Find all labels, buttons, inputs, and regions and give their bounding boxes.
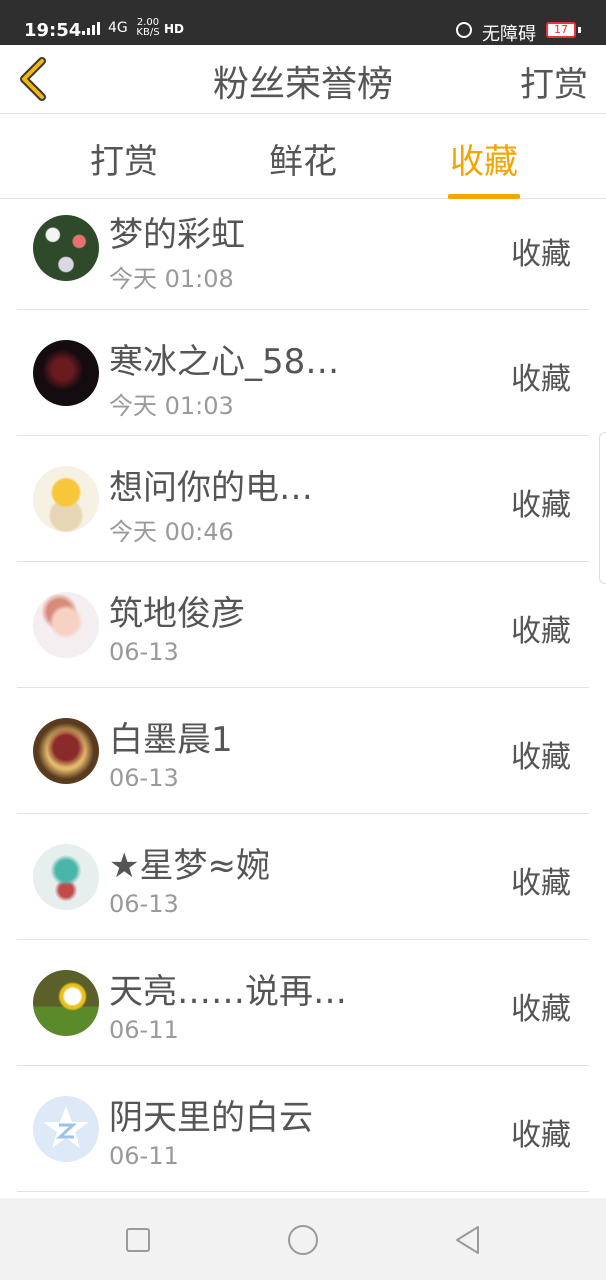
fan-name: 寒冰之心_58…: [109, 342, 340, 382]
fan-name: ★星梦≈婉: [109, 846, 270, 886]
fan-list: 梦的彩虹 今天 01:08 收藏 寒冰之心_58… 今天 01:03 收藏 想问…: [0, 199, 606, 1192]
speed-unit: KB/S: [136, 27, 160, 38]
fan-name: 天亮……说再…: [109, 972, 347, 1012]
default-avatar-icon: [43, 1106, 89, 1148]
fan-time: 06-11: [109, 1016, 179, 1044]
tab-favorites-label: 收藏: [450, 142, 518, 182]
fan-time: 今天 01:03: [109, 392, 234, 420]
avatar: [33, 592, 99, 658]
fan-time: 06-11: [109, 1142, 179, 1170]
avatar: [33, 844, 99, 910]
fan-time: 06-13: [109, 638, 179, 666]
network-speed: 2.00 KB/S: [135, 18, 161, 38]
avatar: [33, 466, 99, 532]
fan-action: 收藏: [511, 614, 571, 649]
list-item[interactable]: 筑地俊彦 06-13 收藏: [17, 562, 589, 688]
list-item[interactable]: ★星梦≈婉 06-13 收藏: [17, 814, 589, 940]
list-item[interactable]: 阴天里的白云 06-11 收藏: [17, 1066, 589, 1192]
fan-name: 筑地俊彦: [109, 594, 245, 634]
avatar: [33, 718, 99, 784]
fan-time: 06-13: [109, 890, 179, 918]
fan-action: 收藏: [511, 237, 571, 272]
side-scroll-handle[interactable]: [599, 432, 606, 584]
tab-flowers-label: 鲜花: [269, 142, 337, 182]
recents-button[interactable]: [118, 1220, 158, 1260]
fan-name: 想问你的电…: [109, 468, 313, 508]
list-item[interactable]: 梦的彩虹 今天 01:08 收藏: [17, 199, 589, 310]
circle-icon: [288, 1225, 318, 1255]
avatar: [33, 970, 99, 1036]
fan-action: 收藏: [511, 362, 571, 397]
home-button[interactable]: [283, 1220, 323, 1260]
hd-icon: HD: [164, 22, 185, 36]
fan-action: 收藏: [511, 488, 571, 523]
square-icon: [126, 1228, 150, 1252]
app-header: 粉丝荣誉榜 打赏: [0, 45, 606, 114]
fan-name: 梦的彩虹: [109, 215, 245, 255]
tab-flowers[interactable]: 鲜花: [268, 134, 338, 183]
fan-action: 收藏: [511, 866, 571, 901]
fan-name: 白墨晨1: [109, 720, 233, 760]
avatar: [33, 340, 99, 406]
tab-reward-label: 打赏: [90, 142, 158, 182]
fan-action: 收藏: [511, 1118, 571, 1153]
tab-bar: 打赏 鲜花 收藏: [0, 114, 606, 199]
reward-button[interactable]: 打赏: [520, 57, 588, 106]
fan-time: 今天 00:46: [109, 518, 234, 546]
network-type: 4G: [108, 20, 128, 36]
status-time: 19:54: [24, 20, 82, 41]
fan-action: 收藏: [511, 740, 571, 775]
fan-time: 06-13: [109, 764, 179, 792]
accessibility-icon: [456, 22, 472, 38]
triangle-back-icon: [456, 1226, 479, 1254]
back-nav-button[interactable]: [448, 1220, 488, 1260]
accessibility-label: 无障碍: [482, 24, 536, 45]
tab-favorites[interactable]: 收藏: [448, 134, 520, 199]
fan-action: 收藏: [511, 992, 571, 1027]
list-item[interactable]: 白墨晨1 06-13 收藏: [17, 688, 589, 814]
fan-name: 阴天里的白云: [109, 1098, 313, 1138]
page-title: 粉丝荣誉榜: [212, 64, 393, 105]
avatar: [33, 1096, 99, 1162]
battery-icon: 17: [546, 22, 576, 38]
status-bar: 19:54 4G 2.00 KB/S HD 无障碍 17: [0, 0, 606, 45]
fan-time: 今天 01:08: [109, 265, 234, 293]
signal-icon: [82, 22, 100, 35]
system-navigation-bar: [0, 1198, 606, 1280]
avatar: [33, 215, 99, 281]
list-item[interactable]: 寒冰之心_58… 今天 01:03 收藏: [17, 310, 589, 436]
tab-reward[interactable]: 打赏: [89, 134, 159, 183]
list-item[interactable]: 天亮……说再… 06-11 收藏: [17, 940, 589, 1066]
battery-tip: [578, 27, 581, 33]
list-item[interactable]: 想问你的电… 今天 00:46 收藏: [17, 436, 589, 562]
